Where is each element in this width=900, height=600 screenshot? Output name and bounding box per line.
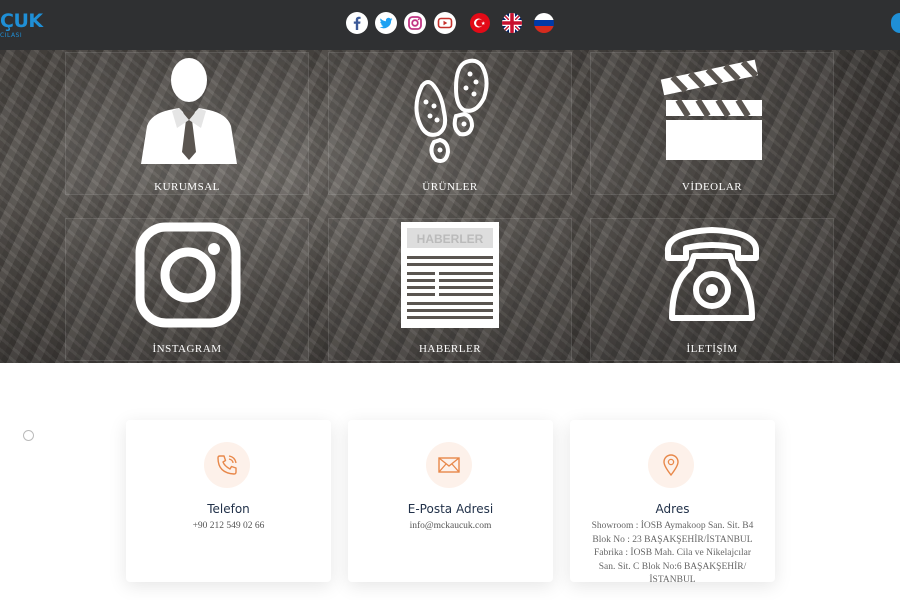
flag-russia-icon[interactable]: [534, 13, 554, 33]
flag-turkey-icon[interactable]: [470, 13, 490, 33]
address-line: Blok No : 23 BAŞAKŞEHİR/İSTANBUL: [592, 534, 753, 545]
tile-label: KURUMSAL: [154, 181, 220, 193]
footprints-icon: [414, 58, 489, 163]
twitter-icon[interactable]: [375, 12, 397, 34]
facebook-icon[interactable]: [346, 12, 368, 34]
email-address[interactable]: info@mckaucuk.com: [362, 521, 539, 531]
address-line: Fabrika : İOSB Mah. Cila ve Nikelajcılar: [594, 548, 751, 558]
clapperboard-icon: [660, 59, 762, 160]
instagram-icon: [135, 222, 241, 328]
email-title: E-Posta Adresi: [407, 502, 494, 516]
phone-number[interactable]: +90 212 549 02 66: [140, 521, 317, 531]
logo[interactable]: ÇUK CILASI: [0, 10, 60, 44]
businessman-icon: [141, 58, 237, 164]
address-line: Showroom : İOSB Aymakoop San. Sit. B4: [591, 521, 754, 531]
newspaper-icon: HABERLER: [401, 222, 499, 328]
tile-instagram[interactable]: İNSTAGRAM: [65, 218, 309, 361]
tile-label: ÜRÜNLER: [422, 181, 478, 193]
tile-label: VİDEOLAR: [681, 181, 743, 193]
address-text: Showroom : İOSB Aymakoop San. Sit. B4 Bl…: [590, 520, 755, 588]
phone-icon: [204, 442, 250, 488]
tile-label: İLETİŞİM: [686, 343, 738, 355]
envelope-icon: [426, 442, 472, 488]
flag-uk-icon[interactable]: [502, 13, 522, 33]
menu-toggle-icon[interactable]: [891, 13, 900, 33]
tile-label: İNSTAGRAM: [152, 343, 222, 355]
email-card: E-Posta Adresi info@mckaucuk.com: [348, 420, 553, 582]
scroll-indicator[interactable]: [23, 430, 34, 441]
address-line: San. Sit. C Blok No:6 BAŞAKŞEHİR/: [598, 561, 747, 572]
newspaper-title: HABERLER: [417, 232, 484, 246]
location-pin-icon: [648, 442, 694, 488]
tile-haberler[interactable]: HABERLER HABERLER: [328, 218, 572, 361]
hero-section: KURUMSAL ÜRÜNLER VİDEOLAR İNSTAGRAM HABE…: [0, 50, 900, 363]
tile-urunler[interactable]: ÜRÜNLER: [328, 52, 572, 195]
top-bar: ÇUK CILASI: [0, 0, 900, 50]
tile-kurumsal[interactable]: KURUMSAL: [65, 52, 309, 195]
logo-subtitle: CILASI: [0, 32, 23, 39]
address-title: Adres: [655, 502, 690, 516]
logo-text: ÇUK: [0, 10, 43, 32]
tile-label: HABERLER: [418, 343, 482, 355]
address-line: İSTANBUL: [649, 575, 696, 585]
address-card: Adres Showroom : İOSB Aymakoop San. Sit.…: [570, 420, 775, 585]
tile-iletisim[interactable]: İLETİŞİM: [590, 218, 834, 361]
youtube-icon[interactable]: [434, 12, 456, 34]
tile-videolar[interactable]: VİDEOLAR: [590, 52, 834, 195]
phone-title: Telefon: [207, 502, 250, 516]
instagram-icon[interactable]: [404, 12, 426, 34]
phone-card: Telefon +90 212 549 02 66: [126, 420, 331, 582]
telephone-icon: [665, 227, 759, 321]
